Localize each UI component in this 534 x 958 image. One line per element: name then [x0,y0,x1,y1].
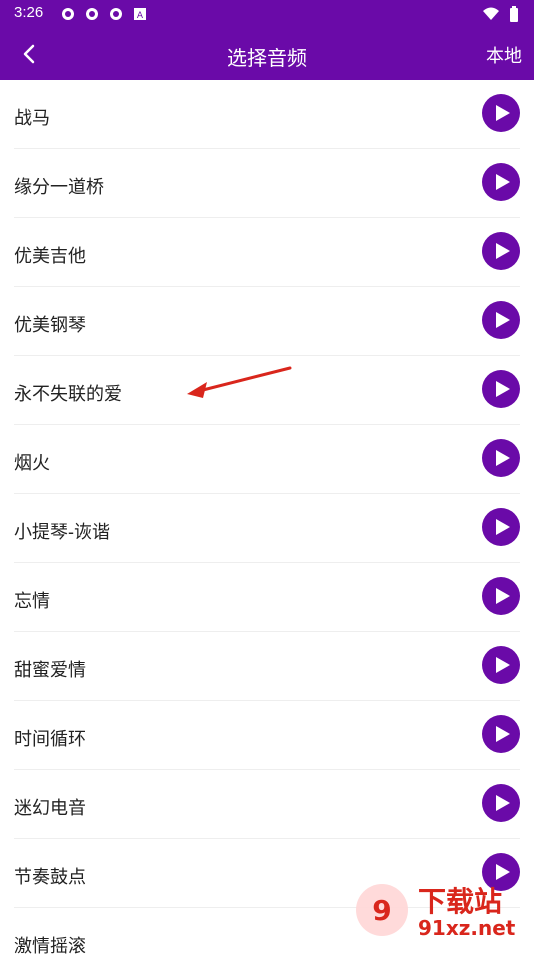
song-name: 迷幻电音 [14,798,86,818]
play-icon [496,450,510,466]
app-a-icon: A [132,6,148,22]
play-icon [496,243,510,259]
song-name: 甜蜜爱情 [14,660,86,680]
list-item[interactable]: 优美钢琴 [14,287,520,356]
play-icon [496,588,510,604]
watermark-domain: 91xz.net [418,916,516,940]
song-name: 缘分一道桥 [14,177,104,197]
play-icon [496,105,510,121]
play-button[interactable] [482,508,520,546]
list-item[interactable]: 小提琴-诙谐 [14,494,520,563]
watermark: 9 下载站 91xz.net [354,870,534,950]
play-icon [496,519,510,535]
song-name: 忘情 [14,591,50,611]
audio-list: 战马 缘分一道桥 优美吉他 优美钢琴 永不失联的爱 烟火 小提琴-诙谐 忘情 甜… [0,80,534,956]
play-button[interactable] [482,439,520,477]
play-icon [496,381,510,397]
play-icon [496,657,510,673]
list-item[interactable]: 优美吉他 [14,218,520,287]
play-icon [496,795,510,811]
status-time: 3:26 [14,4,44,21]
notification-icon [60,6,76,22]
watermark-text: 下载站 [418,885,503,918]
song-name: 优美吉他 [14,246,86,266]
notification-icon [108,6,124,22]
annotation-arrow [187,366,292,398]
list-item[interactable]: 忘情 [14,563,520,632]
song-name: 烟火 [14,453,50,473]
play-button[interactable] [482,646,520,684]
svg-text:A: A [137,11,144,21]
local-button[interactable]: 本地 [486,42,522,68]
play-icon [496,312,510,328]
notification-icon [84,6,100,22]
song-name: 节奏鼓点 [14,867,86,887]
play-button[interactable] [482,301,520,339]
song-name: 时间循环 [14,729,86,749]
song-name: 永不失联的爱 [14,384,122,404]
battery-icon [508,6,520,28]
list-item[interactable]: 甜蜜爱情 [14,632,520,701]
song-name: 优美钢琴 [14,315,86,335]
list-item[interactable]: 迷幻电音 [14,770,520,839]
list-item[interactable]: 缘分一道桥 [14,149,520,218]
page-title: 选择音频 [227,48,307,70]
play-button[interactable] [482,163,520,201]
status-notifications: A [60,6,148,22]
play-icon [496,174,510,190]
status-system-icons [482,6,520,28]
play-button[interactable] [482,715,520,753]
song-name: 小提琴-诙谐 [14,522,110,542]
play-button[interactable] [482,577,520,615]
song-name: 战马 [14,108,50,128]
list-item[interactable]: 战马 [14,80,520,149]
play-button[interactable] [482,94,520,132]
app-bar: 选择音频 本地 [0,28,534,80]
list-item[interactable]: 时间循环 [14,701,520,770]
play-button[interactable] [482,784,520,822]
song-name: 激情摇滚 [14,936,86,956]
wifi-icon [482,6,500,28]
list-item[interactable]: 烟火 [14,425,520,494]
play-icon [496,726,510,742]
svg-text:9: 9 [372,894,391,927]
status-bar: 3:26 A [0,0,534,28]
play-button[interactable] [482,232,520,270]
play-button[interactable] [482,370,520,408]
